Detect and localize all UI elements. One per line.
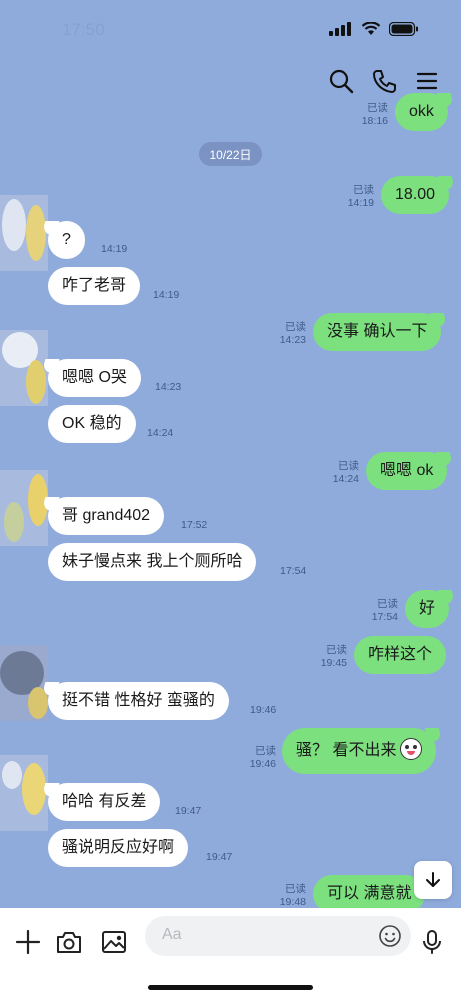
message-bubble-outgoing[interactable]: 骚？ 看不出来 (282, 728, 437, 774)
search-icon[interactable] (328, 68, 354, 94)
home-indicator[interactable] (148, 985, 313, 990)
message-meta: 已读 19:48 (280, 883, 306, 908)
message-bubble-outgoing[interactable]: 18.00 (381, 176, 450, 214)
menu-icon[interactable] (414, 68, 440, 94)
message-time: 19:46 (249, 758, 276, 770)
message-time: 19:48 (279, 896, 306, 908)
contact-avatar[interactable] (0, 755, 48, 831)
message-time: 14:23 (279, 334, 306, 346)
phone-icon[interactable] (371, 68, 397, 94)
read-receipt: 已读 (285, 883, 306, 895)
message-bubble-outgoing[interactable]: 咋样这个 (354, 636, 447, 674)
message-time: 17:54 (280, 565, 307, 577)
message-time: 19:45 (320, 657, 347, 669)
message-bubble-incoming[interactable]: 挺不错 性格好 蛮骚的 (48, 682, 229, 720)
message-time: 14:23 (155, 381, 182, 393)
microphone-icon[interactable] (418, 928, 446, 956)
contact-avatar[interactable] (0, 645, 48, 721)
message-meta: 已读 18:16 (362, 102, 388, 128)
message-bubble-incoming[interactable]: ? (48, 221, 85, 259)
chat-area[interactable]: 17:50 10/22日 okk 已读 18:16 18.00 已读 14:19… (0, 0, 461, 908)
laughing-emoji-icon (400, 737, 423, 760)
read-receipt: 已读 (353, 184, 374, 196)
message-meta: 已读 14:23 (280, 321, 306, 347)
read-receipt: 已读 (377, 598, 398, 610)
message-time: 17:54 (371, 611, 398, 623)
contact-avatar[interactable] (0, 470, 48, 546)
read-receipt: 已读 (255, 745, 276, 757)
emoji-icon[interactable] (378, 924, 402, 948)
message-time: 19:46 (250, 704, 277, 716)
message-meta: 已读 14:19 (348, 184, 374, 210)
message-bubble-incoming[interactable]: 妹子慢点来 我上个厕所哈 (48, 543, 257, 581)
message-time: 18:16 (361, 115, 388, 127)
plus-icon[interactable] (14, 928, 42, 956)
camera-icon[interactable] (55, 928, 83, 956)
status-bar: 17:50 (0, 0, 461, 56)
contact-avatar[interactable] (0, 330, 48, 406)
message-time: 19:47 (175, 805, 202, 817)
read-receipt: 已读 (285, 321, 306, 333)
message-time: 19:47 (206, 851, 233, 863)
contact-avatar[interactable] (0, 195, 48, 271)
image-icon[interactable] (100, 928, 128, 956)
read-receipt: 已读 (338, 460, 359, 472)
message-bubble-outgoing[interactable]: 嗯嗯 ok (366, 452, 448, 490)
arrow-down-icon (426, 872, 440, 887)
message-meta: 已读 19:46 (250, 745, 276, 771)
wifi-icon (361, 22, 381, 35)
date-separator: 10/22日 (199, 142, 262, 166)
message-text: 骚？ 看不出来 (296, 742, 397, 759)
message-bubble-incoming[interactable]: 哈哈 有反差 (48, 783, 161, 821)
message-meta: 已读 14:24 (333, 460, 359, 486)
message-input-placeholder: Aa (162, 926, 182, 943)
message-time: 14:19 (347, 197, 374, 209)
message-time: 14:19 (153, 289, 180, 301)
message-bubble-outgoing[interactable]: okk (395, 93, 448, 131)
message-time: 14:24 (332, 473, 359, 485)
message-time: 14:24 (147, 427, 174, 439)
message-time: 17:52 (181, 519, 208, 531)
scroll-to-bottom-button[interactable] (414, 861, 452, 899)
message-bubble-outgoing[interactable]: 好 (405, 590, 450, 628)
message-bubble-incoming[interactable]: 哥 grand402 (48, 497, 165, 535)
message-bubble-incoming[interactable]: 嗯嗯 O哭 (48, 359, 141, 397)
signal-icon (329, 22, 351, 36)
message-meta: 已读 19:45 (321, 644, 347, 670)
message-bubble-incoming[interactable]: OK 稳的 (48, 405, 136, 443)
message-input[interactable] (145, 916, 411, 956)
status-time: 17:50 (62, 20, 105, 39)
read-receipt: 已读 (367, 102, 388, 114)
message-bubble-outgoing[interactable]: 没事 确认一下 (313, 313, 442, 351)
battery-icon (389, 22, 418, 36)
message-time: 14:19 (101, 243, 128, 255)
read-receipt: 已读 (326, 644, 347, 656)
message-meta: 已读 17:54 (372, 598, 398, 624)
message-bubble-incoming[interactable]: 骚说明反应好啊 (48, 829, 189, 867)
message-bubble-incoming[interactable]: 咋了老哥 (48, 267, 141, 305)
message-bubble-outgoing[interactable]: 可以 满意就 (313, 875, 426, 908)
